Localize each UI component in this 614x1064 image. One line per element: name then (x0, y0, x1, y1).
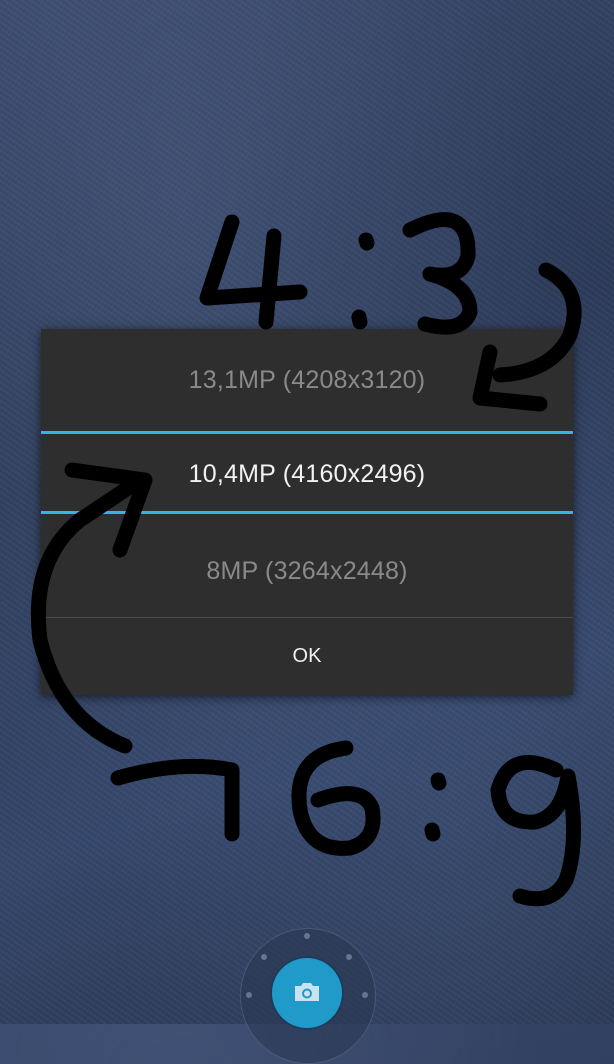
ring-dot (261, 954, 267, 960)
ring-dot (346, 954, 352, 960)
option-8mp[interactable]: 8MP (3264x2448) (41, 525, 573, 617)
option-10mp-selected[interactable]: 10,4MP (4160x2496) (41, 428, 573, 520)
option-13mp[interactable]: 13,1MP (4208x3120) (41, 334, 573, 426)
ok-button[interactable]: OK (41, 618, 573, 695)
ring-dot (362, 992, 368, 998)
ring-dot (246, 992, 252, 998)
picture-size-dialog: 13,1MP (4208x3120) 10,4MP (4160x2496) 8M… (41, 329, 573, 695)
selection-divider-bottom (41, 511, 573, 514)
ring-dot (304, 933, 310, 939)
camera-icon (295, 983, 319, 1001)
